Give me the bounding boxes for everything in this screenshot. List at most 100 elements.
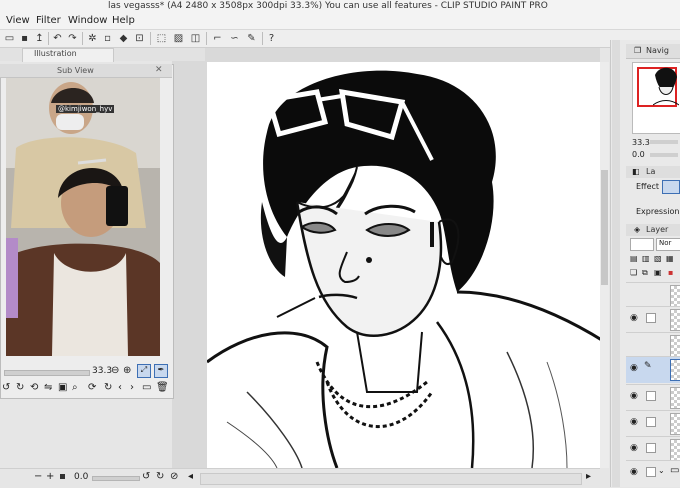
eye-icon[interactable]: ◉ <box>630 417 638 427</box>
menu-view[interactable]: View <box>6 15 30 26</box>
layer-row-selected[interactable]: ◉ ✎ <box>626 356 680 383</box>
copy-layer-icon[interactable]: ❏ <box>630 268 637 277</box>
reset-icon[interactable]: ⊘ <box>170 471 178 482</box>
eye-icon[interactable]: ◉ <box>630 363 638 373</box>
layer-row[interactable] <box>626 282 680 309</box>
rotate-right-icon[interactable]: ↻ <box>16 382 24 393</box>
zoom-icon[interactable]: ⌕ <box>72 382 78 393</box>
pen-icon[interactable]: ✎ <box>245 32 258 45</box>
stop-icon[interactable] <box>60 474 65 479</box>
clear-icon[interactable]: ▫ <box>101 32 114 45</box>
zoom-out-icon[interactable]: ⊖ <box>111 365 119 376</box>
pen-icon: ✎ <box>644 361 652 371</box>
export-icon[interactable]: ↥ <box>33 32 46 45</box>
redo-icon[interactable]: ↷ <box>66 32 79 45</box>
layer-lock-checkbox[interactable] <box>646 467 656 477</box>
tab-tool-property[interactable]: La <box>646 167 655 176</box>
navigator-angle-slider[interactable] <box>650 153 678 157</box>
layer-row[interactable]: ◉ <box>626 436 680 463</box>
layer-lock-checkbox[interactable] <box>646 443 656 453</box>
lock-icon[interactable]: ▤ <box>630 254 638 263</box>
delete-icon[interactable]: 🗑 <box>156 382 169 393</box>
loading-icon[interactable]: ✲ <box>86 32 99 45</box>
eye-icon[interactable]: ◉ <box>630 391 638 401</box>
folder-icon[interactable]: ▭ <box>3 32 16 45</box>
navigator-thumbnail <box>653 67 679 106</box>
layer-thumbnail <box>670 359 680 381</box>
layer-row[interactable]: ◉ <box>626 410 680 437</box>
flip-icon[interactable]: ⇋ <box>44 382 52 393</box>
effect-toggle[interactable] <box>662 180 680 194</box>
selection-icon[interactable]: ◫ <box>189 32 202 45</box>
eye-icon[interactable]: ◉ <box>630 313 638 323</box>
transform-icon[interactable]: ⊡ <box>133 32 146 45</box>
reset-rotation-icon[interactable]: ⟲ <box>30 382 38 393</box>
rotate-left-icon[interactable]: ↺ <box>2 382 10 393</box>
deselect-icon[interactable]: ⬚ <box>155 32 168 45</box>
panel-dock-strip[interactable] <box>612 40 620 487</box>
layer-actions-row: ❏ ⧉ ▣ ▪ <box>630 268 680 278</box>
layer-row[interactable]: ◉ <box>626 384 680 411</box>
scroll-left-icon[interactable]: ◂ <box>188 471 193 482</box>
close-icon[interactable]: ✕ <box>155 65 163 75</box>
horizontal-scrollbar[interactable] <box>200 473 582 485</box>
fill-icon[interactable]: ◆ <box>117 32 130 45</box>
layer-folder-row[interactable]: ◉ ⌄ ▭ <box>626 460 680 487</box>
sub-view-zoom-slider[interactable] <box>4 370 90 376</box>
layer-color-dropdown[interactable] <box>630 238 654 251</box>
next-icon[interactable]: › <box>130 382 134 393</box>
rotate-right-icon[interactable]: ↻ <box>156 471 164 482</box>
redo-view-icon[interactable]: ↻ <box>104 382 112 393</box>
ruler-icon[interactable]: ⌐ <box>211 32 224 45</box>
menu-window[interactable]: Window <box>68 15 107 26</box>
navigator-preview[interactable] <box>632 62 680 134</box>
chevron-down-icon[interactable]: ⌄ <box>658 466 665 475</box>
previous-icon[interactable]: ‹ <box>118 382 122 393</box>
eyedropper-icon[interactable]: ✒ <box>154 364 168 378</box>
help-icon[interactable]: ? <box>265 32 278 45</box>
drawing-canvas[interactable] <box>207 62 605 468</box>
tool-icon: ◧ <box>632 167 640 176</box>
minus-icon[interactable]: − <box>34 471 42 482</box>
tab-navigator[interactable]: Navig <box>646 46 669 55</box>
reference-layer-icon[interactable]: ▧ <box>654 254 662 263</box>
zoom-in-icon[interactable]: ⊕ <box>123 365 131 376</box>
new-layer-icon[interactable]: ▣ <box>654 268 662 277</box>
layer-lock-checkbox[interactable] <box>646 417 656 427</box>
sub-view-controls: 33.3 ⊖ ⊕ ⤢ ✒ ↺ ↻ ⟲ ⇋ ▣ ⌕ ⟳ ↻ ‹ › ▭ 🗑 <box>0 362 172 396</box>
layer-row[interactable]: ◉ <box>626 306 680 333</box>
tab-layer[interactable]: Layer <box>646 225 668 234</box>
navigator-zoom-slider[interactable] <box>650 140 678 144</box>
scroll-right-icon[interactable]: ▸ <box>586 471 591 482</box>
menu-help[interactable]: Help <box>112 15 135 26</box>
sub-view-title: Sub View <box>57 66 94 75</box>
copy-icon[interactable]: ❐ <box>634 46 641 55</box>
layer-thumbnail <box>670 335 680 357</box>
undo-icon[interactable]: ↶ <box>51 32 64 45</box>
lock-transparency-icon[interactable]: ▦ <box>666 254 674 263</box>
fit-view-icon[interactable]: ⤢ <box>137 364 151 378</box>
eye-icon[interactable]: ◉ <box>630 467 638 477</box>
menu-filter[interactable]: Filter <box>36 15 61 26</box>
save-icon[interactable]: ▪ <box>18 32 31 45</box>
canvas-scroll-thumb[interactable] <box>601 170 608 285</box>
command-bar: ▭ ▪ ↥ ↶ ↷ ✲ ▫ ◆ ⊡ ⬚ ▨ ◫ ⌐ ∽ ✎ ? <box>0 30 680 48</box>
photo-caption: @kimjiwon_hyv <box>56 105 115 113</box>
pen-curve-icon[interactable]: ∽ <box>228 32 241 45</box>
eye-icon[interactable]: ◉ <box>630 443 638 453</box>
layer-lock-checkbox[interactable] <box>646 313 656 323</box>
layer-lock-checkbox[interactable] <box>646 391 656 401</box>
rotate-view-icon[interactable]: ⟳ <box>88 382 96 393</box>
merge-icon[interactable]: ⧉ <box>642 268 648 278</box>
blend-mode-dropdown[interactable]: Nor <box>656 238 680 251</box>
plus-icon[interactable]: + <box>46 471 54 482</box>
navigator-zoom-value: 33.3 <box>632 138 650 147</box>
layer-row[interactable] <box>626 332 680 359</box>
delete-layer-icon[interactable]: ▪ <box>668 268 673 277</box>
rotate-left-icon[interactable]: ↺ <box>142 471 150 482</box>
clip-icon[interactable]: ▥ <box>642 254 650 263</box>
status-slider[interactable] <box>92 476 140 481</box>
image-icon[interactable]: ▣ <box>58 382 67 393</box>
open-image-icon[interactable]: ▭ <box>142 382 151 393</box>
invert-selection-icon[interactable]: ▨ <box>172 32 185 45</box>
